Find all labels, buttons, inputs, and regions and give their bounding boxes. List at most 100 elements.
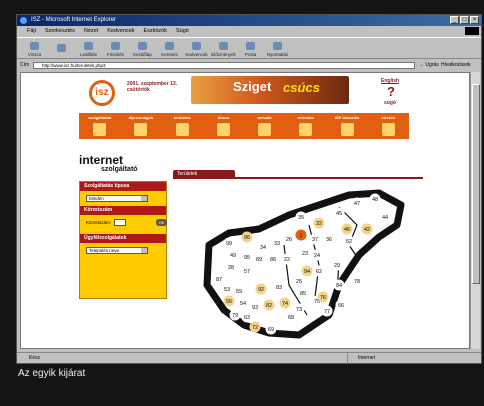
area-code-label[interactable]: 56 bbox=[226, 299, 232, 305]
settlement-select[interactable]: Település neve bbox=[86, 247, 148, 254]
area-code-label[interactable]: 49 bbox=[230, 253, 236, 259]
area-code-label[interactable]: 23 bbox=[302, 251, 308, 257]
brand-sub: szolgáltató bbox=[101, 166, 138, 173]
area-code-label[interactable]: 84 bbox=[336, 283, 342, 289]
history-button[interactable]: Előzmények bbox=[210, 38, 237, 60]
area-code-label[interactable]: 24 bbox=[314, 253, 320, 259]
area-code-label[interactable]: 87 bbox=[216, 277, 222, 283]
area-code-label[interactable]: 32 bbox=[316, 221, 322, 227]
area-code-label[interactable]: 79 bbox=[232, 313, 238, 319]
area-code-label[interactable]: 72 bbox=[252, 325, 258, 331]
area-code-label[interactable]: 29 bbox=[334, 263, 340, 269]
menu-edit[interactable]: Szerkesztés bbox=[45, 26, 75, 36]
area-code-label[interactable]: 89 bbox=[256, 257, 262, 263]
area-code-label[interactable]: 66 bbox=[338, 303, 344, 309]
help-link[interactable]: súgó bbox=[384, 100, 396, 106]
area-code-label[interactable]: 77 bbox=[324, 309, 330, 315]
area-code-label[interactable]: 74 bbox=[282, 301, 288, 307]
area-code-label[interactable]: 35 bbox=[298, 215, 304, 221]
minimize-button[interactable]: _ bbox=[450, 16, 459, 24]
vertical-scrollbar[interactable] bbox=[470, 72, 480, 349]
close-button[interactable]: × bbox=[470, 16, 479, 24]
area-code-label[interactable]: 36 bbox=[326, 237, 332, 243]
tab-forum[interactable]: fórum bbox=[203, 113, 244, 139]
tab-news[interactable]: hírekek bbox=[368, 113, 409, 139]
area-code-label[interactable]: 82 bbox=[266, 303, 272, 309]
folder-icon bbox=[340, 123, 354, 136]
ok-button[interactable]: OK bbox=[156, 219, 167, 226]
site-header: isz 2001. szeptember 13. csütörtök Szige… bbox=[79, 76, 409, 112]
home-button[interactable]: Kezdőlap bbox=[129, 38, 156, 60]
area-code-label[interactable]: 62 bbox=[316, 269, 322, 275]
stop-button[interactable]: Leállítás bbox=[75, 38, 102, 60]
area-code-label[interactable]: 33 bbox=[274, 241, 280, 247]
area-code-input[interactable] bbox=[114, 219, 127, 226]
area-code-label[interactable]: 92 bbox=[258, 287, 264, 293]
tab-netcafe[interactable]: netcafe bbox=[244, 113, 285, 139]
area-code-label[interactable]: 69 bbox=[268, 327, 274, 333]
area-code-label[interactable]: 95 bbox=[244, 255, 250, 261]
area-code-label[interactable]: 28 bbox=[228, 265, 234, 271]
area-code-label[interactable]: 44 bbox=[382, 215, 388, 221]
area-code-label[interactable]: 42 bbox=[364, 227, 370, 233]
area-code-label[interactable]: 68 bbox=[288, 315, 294, 321]
site-logo[interactable]: isz bbox=[89, 80, 115, 106]
favorites-button[interactable]: Kedvencek bbox=[183, 38, 210, 60]
tab-referator[interactable]: referátor bbox=[285, 113, 326, 139]
area-code-label[interactable]: 88 bbox=[270, 257, 276, 263]
area-code-label[interactable]: 57 bbox=[244, 269, 250, 275]
go-button[interactable]: → Ugrás bbox=[419, 60, 439, 71]
back-button[interactable]: Vissza bbox=[21, 38, 48, 60]
refresh-button[interactable]: Frissítés bbox=[102, 38, 129, 60]
area-code-label[interactable]: 37 bbox=[312, 237, 318, 243]
menu-help[interactable]: Súgó bbox=[176, 26, 189, 36]
menu-tools[interactable]: Eszközök bbox=[143, 26, 167, 36]
search-button[interactable]: Keresés bbox=[156, 38, 183, 60]
area-code-label[interactable]: 1 bbox=[299, 233, 302, 239]
service-type-select[interactable]: Minden bbox=[86, 195, 148, 202]
links-button[interactable]: Hivatkozások bbox=[441, 60, 471, 71]
brand-main: internet bbox=[79, 153, 124, 167]
area-code-label[interactable]: 46 bbox=[344, 227, 350, 233]
tab-providers[interactable]: szolgáltatók bbox=[79, 113, 120, 139]
scroll-thumb[interactable] bbox=[472, 84, 480, 284]
area-code-label[interactable]: 52 bbox=[346, 239, 352, 245]
area-code-label[interactable]: 53 bbox=[224, 287, 230, 293]
area-code-label[interactable]: 26 bbox=[286, 237, 292, 243]
area-code-label[interactable]: 78 bbox=[354, 279, 360, 285]
area-code-label[interactable]: 34 bbox=[260, 245, 266, 251]
cup-icon bbox=[258, 123, 272, 136]
area-code-label[interactable]: 96 bbox=[244, 235, 250, 241]
mail-button[interactable]: Posta bbox=[237, 38, 264, 60]
menu-favorites[interactable]: Kedvencek bbox=[107, 26, 134, 36]
area-code-label[interactable]: 59 bbox=[236, 289, 242, 295]
area-code-label[interactable]: 47 bbox=[354, 201, 360, 207]
address-input[interactable]: http://www.isz.hu/teruletek.php3 bbox=[33, 62, 415, 69]
menu-view[interactable]: Nézet bbox=[84, 26, 98, 36]
area-code-label[interactable]: 63 bbox=[244, 315, 250, 321]
area-code-label[interactable]: 25 bbox=[296, 279, 302, 285]
hungary-area-code-map[interactable]: 47 48 45 44 35 32 46 42 99 96 34 33 26 1 37 36 52 49 95 89 8… bbox=[189, 185, 409, 345]
tab-isp-dossiers[interactable]: ISP dossziék bbox=[327, 113, 368, 139]
area-code-label[interactable]: 48 bbox=[372, 197, 378, 203]
area-code-label[interactable]: 76 bbox=[320, 295, 326, 301]
area-code-label[interactable]: 45 bbox=[336, 211, 342, 217]
tab-areas[interactable]: területek bbox=[162, 113, 203, 139]
windows-logo-icon bbox=[465, 27, 479, 35]
banner-image[interactable]: Sziget csúcs bbox=[191, 76, 349, 104]
area-code-label[interactable]: 85 bbox=[300, 291, 306, 297]
date-text: 2001. szeptember 13. csütörtök bbox=[127, 81, 178, 93]
forward-button[interactable] bbox=[48, 38, 75, 60]
area-code-label[interactable]: 22 bbox=[284, 257, 290, 263]
maximize-button[interactable]: □ bbox=[460, 16, 469, 24]
area-code-label[interactable]: 73 bbox=[296, 307, 302, 313]
help-icon[interactable]: ? bbox=[387, 84, 395, 99]
tab-packages[interactable]: díjcsomagok bbox=[120, 113, 161, 139]
area-code-label[interactable]: 94 bbox=[304, 269, 310, 275]
area-code-label[interactable]: 99 bbox=[226, 241, 232, 247]
print-button[interactable]: Nyomtatás bbox=[264, 38, 291, 60]
menu-file[interactable]: Fájl bbox=[27, 26, 36, 36]
area-code-label[interactable]: 54 bbox=[240, 301, 246, 307]
area-code-label[interactable]: 93 bbox=[252, 305, 258, 311]
area-code-label[interactable]: 83 bbox=[276, 285, 282, 291]
